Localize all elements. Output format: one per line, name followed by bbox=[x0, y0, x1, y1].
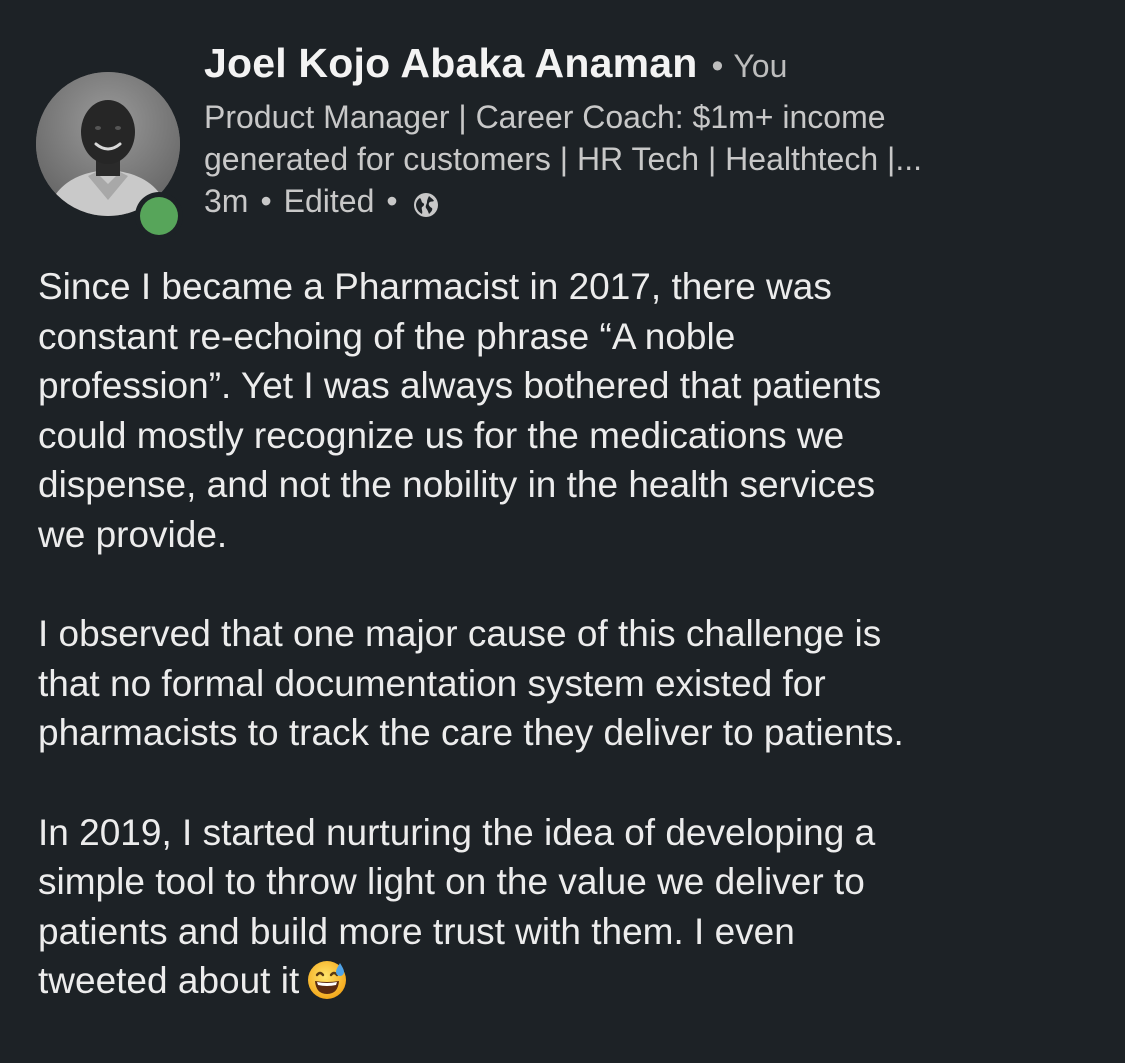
post-text-line: pharmacists to track the care they deliv… bbox=[38, 712, 904, 754]
avatar-photo-icon bbox=[36, 72, 180, 216]
post-time[interactable]: 3m bbox=[204, 180, 248, 222]
post-text-line: profession”. Yet I was always bothered t… bbox=[38, 365, 882, 407]
post-text-line: Since I became a Pharmacist in 2017, the… bbox=[38, 266, 832, 307]
post-text-line-with-emoji: tweeted about it bbox=[38, 956, 1098, 1006]
separator-dot: • bbox=[711, 47, 724, 85]
post-paragraph: Since I became a Pharmacist in 2017, the… bbox=[38, 262, 1098, 560]
separator-dot: • bbox=[386, 183, 398, 219]
online-status-indicator bbox=[140, 197, 178, 235]
post-header: Joel Kojo Abaka Anaman • You Product Man… bbox=[36, 40, 1105, 235]
author-name-line: Joel Kojo Abaka Anaman • You bbox=[204, 40, 1105, 96]
post-text-line: patients and build more trust with them.… bbox=[38, 910, 795, 952]
author-headline: Product Manager | Career Coach: $1m+ inc… bbox=[204, 96, 1105, 180]
post-paragraph: I observed that one major cause of this … bbox=[38, 609, 1098, 758]
post-meta-line: 3m • Edited • bbox=[204, 180, 1105, 222]
post-text-line: constant re-echoing of the phrase “A nob… bbox=[38, 315, 736, 357]
post-card: Joel Kojo Abaka Anaman • You Product Man… bbox=[0, 0, 1125, 1063]
post-text-line: In 2019, I started nurturing the idea of… bbox=[38, 811, 876, 853]
post-text-line: dispense, and not the nobility in the he… bbox=[38, 464, 876, 506]
avatar-container[interactable] bbox=[36, 72, 180, 235]
avatar[interactable] bbox=[36, 72, 180, 216]
headline-line: Product Manager | Career Coach: $1m+ inc… bbox=[204, 99, 886, 135]
you-badge: You bbox=[733, 48, 788, 84]
post-paragraph: In 2019, I started nurturing the idea of… bbox=[38, 808, 1098, 1006]
post-text-line: could mostly recognize us for the medica… bbox=[38, 414, 845, 456]
author-meta: Joel Kojo Abaka Anaman • You Product Man… bbox=[204, 40, 1105, 222]
post-text-fragment: tweeted about it bbox=[38, 960, 300, 1002]
author-name[interactable]: Joel Kojo Abaka Anaman bbox=[204, 40, 697, 87]
post-text-line: we provide. bbox=[38, 513, 228, 555]
separator-dot: • bbox=[260, 183, 272, 219]
edited-label: Edited bbox=[283, 183, 375, 219]
headline-line: generated for customers | HR Tech | Heal… bbox=[204, 141, 923, 177]
post-text-line: simple tool to throw light on the value … bbox=[38, 861, 865, 903]
globe-icon bbox=[412, 187, 440, 217]
post-body: Since I became a Pharmacist in 2017, the… bbox=[38, 262, 1098, 1006]
post-text-line: I observed that one major cause of this … bbox=[38, 613, 882, 655]
grinning-face-with-sweat-emoji-icon bbox=[305, 957, 349, 1001]
post-text-line: that no formal documentation system exis… bbox=[38, 662, 826, 704]
